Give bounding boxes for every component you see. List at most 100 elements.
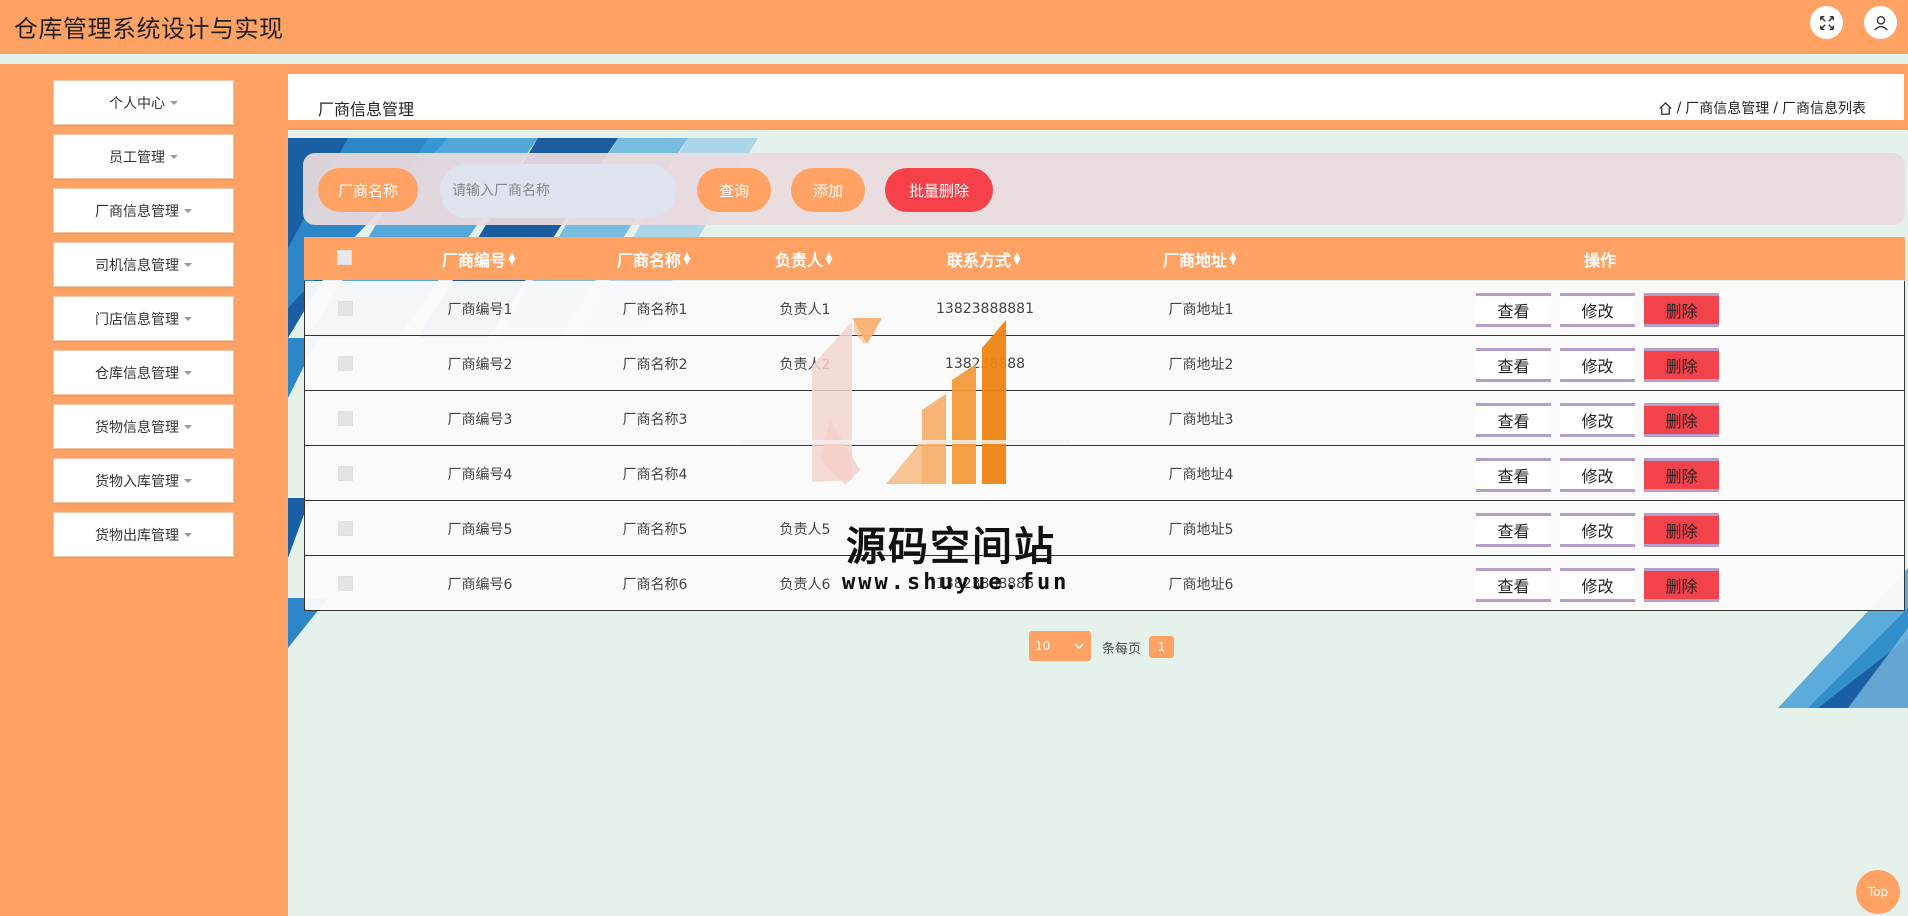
batch-delete-button[interactable]: 批量删除 <box>885 168 993 212</box>
chevron-down-icon <box>170 100 178 105</box>
cell-address: 厂商地址2 <box>1168 356 1234 373</box>
table-row: 厂商编号1 厂商名称1 负责人1 13823888881 厂商地址1 查看 修改 删除 <box>304 281 1905 336</box>
delete-button[interactable]: 删除 <box>1644 293 1719 327</box>
chevron-down-icon <box>184 262 192 267</box>
column-header-phone[interactable]: 联系方式 ▲ ▼ <box>914 237 1054 280</box>
column-header-code[interactable]: 厂商编号 ▲ ▼ <box>414 237 544 280</box>
sidebar-item-label: 货物信息管理 <box>95 419 179 436</box>
edit-button[interactable]: 修改 <box>1560 293 1635 327</box>
home-icon[interactable] <box>1658 101 1673 116</box>
add-button[interactable]: 添加 <box>791 168 865 212</box>
cell-code: 厂商编号5 <box>447 521 513 538</box>
row-checkbox[interactable] <box>338 301 353 316</box>
cell-owner <box>740 391 870 446</box>
sidebar-item-label: 仓库信息管理 <box>95 365 179 382</box>
cell-phone <box>915 391 1055 446</box>
column-header-label: 厂商名称 <box>616 250 681 270</box>
page-number-current[interactable]: 1 <box>1149 636 1174 658</box>
row-checkbox[interactable] <box>338 466 353 481</box>
delete-button[interactable]: 删除 <box>1644 348 1719 382</box>
row-checkbox[interactable] <box>338 576 353 591</box>
sidebar-item-drivers[interactable]: 司机信息管理 <box>53 242 234 287</box>
view-button[interactable]: 查看 <box>1476 293 1551 327</box>
breadcrumb: / 厂商信息管理 / 厂商信息列表 <box>1658 98 1866 118</box>
row-checkbox[interactable] <box>338 521 353 536</box>
app-title: 仓库管理系统设计与实现 <box>14 15 284 43</box>
cell-code: 厂商编号6 <box>447 576 513 593</box>
column-header-name[interactable]: 厂商名称 ▲ ▼ <box>589 237 719 280</box>
delete-button[interactable]: 删除 <box>1644 568 1719 602</box>
column-header-label: 负责人 <box>774 250 823 270</box>
view-button[interactable]: 查看 <box>1476 458 1551 492</box>
sort-icon: ▲ ▼ <box>1013 250 1021 267</box>
breadcrumb-separator: / <box>1773 100 1778 116</box>
table-row: 厂商编号5 厂商名称5 负责人5 厂商地址5 查看 修改 删除 <box>304 501 1905 556</box>
select-all-checkbox[interactable] <box>337 250 352 265</box>
edit-button[interactable]: 修改 <box>1560 513 1635 547</box>
chevron-down-icon <box>184 316 192 321</box>
edit-button[interactable]: 修改 <box>1560 348 1635 382</box>
view-button[interactable]: 查看 <box>1476 403 1551 437</box>
sidebar-item-warehouses[interactable]: 仓库信息管理 <box>53 350 234 395</box>
column-header-address[interactable]: 厂商地址 ▲ ▼ <box>1130 237 1270 280</box>
view-button[interactable]: 查看 <box>1476 568 1551 602</box>
chevron-down-icon <box>184 532 192 537</box>
page-size-label: 条每页 <box>1102 642 1142 657</box>
column-header-owner[interactable]: 负责人 ▲ ▼ <box>739 237 869 280</box>
vendor-name-label: 厂商名称 <box>318 168 418 212</box>
user-button[interactable] <box>1864 6 1897 39</box>
cell-code: 厂商编号4 <box>447 466 513 483</box>
cell-address: 厂商地址6 <box>1168 576 1234 593</box>
cell-owner: 负责人1 <box>779 301 831 318</box>
delete-button[interactable]: 删除 <box>1644 458 1719 492</box>
delete-button[interactable]: 删除 <box>1644 403 1719 437</box>
sidebar-item-goods-inbound[interactable]: 货物入库管理 <box>53 458 234 503</box>
query-button[interactable]: 查询 <box>697 168 771 212</box>
sort-icon: ▲ ▼ <box>825 250 833 267</box>
page-size-value: 10 <box>1035 639 1051 653</box>
vendor-name-search-input[interactable] <box>440 164 676 218</box>
page-title: 厂商信息管理 <box>318 100 415 119</box>
sidebar-item-employees[interactable]: 员工管理 <box>53 134 234 179</box>
cell-address: 厂商地址4 <box>1168 466 1234 483</box>
cell-address: 厂商地址5 <box>1168 521 1234 538</box>
fullscreen-button[interactable] <box>1810 6 1843 39</box>
cell-owner <box>740 446 870 501</box>
breadcrumb-item[interactable]: 厂商信息管理 <box>1685 98 1769 118</box>
view-button[interactable]: 查看 <box>1476 348 1551 382</box>
sidebar-item-label: 员工管理 <box>109 149 165 166</box>
row-checkbox[interactable] <box>338 356 353 371</box>
sidebar-item-personal-center[interactable]: 个人中心 <box>53 80 234 125</box>
watermark-url: www.shuyue.fun <box>842 570 1070 595</box>
cell-phone: 13823888881 <box>936 300 1034 317</box>
breadcrumb-separator: / <box>1676 100 1682 116</box>
sidebar-item-goods[interactable]: 货物信息管理 <box>53 404 234 449</box>
sidebar-item-label: 个人中心 <box>109 95 165 112</box>
sidebar-item-vendors[interactable]: 厂商信息管理 <box>53 188 234 233</box>
chevron-down-icon <box>170 154 178 159</box>
sidebar-item-goods-outbound[interactable]: 货物出库管理 <box>53 512 234 557</box>
sort-icon: ▲ ▼ <box>683 250 691 267</box>
sidebar-item-stores[interactable]: 门店信息管理 <box>53 296 234 341</box>
column-header-label: 联系方式 <box>946 250 1011 270</box>
chevron-down-icon <box>184 478 192 483</box>
sidebar-item-label: 司机信息管理 <box>95 257 179 274</box>
column-header-label: 厂商地址 <box>1162 250 1227 270</box>
breadcrumb-item: 厂商信息列表 <box>1782 101 1866 117</box>
header-divider <box>0 54 1908 64</box>
table-row: 厂商编号4 厂商名称4 厂商地址4 查看 修改 删除 <box>304 446 1905 501</box>
cell-name: 厂商名称1 <box>622 301 688 318</box>
sidebar-item-label: 门店信息管理 <box>95 311 179 328</box>
back-to-top-button[interactable]: Top <box>1856 870 1900 914</box>
edit-button[interactable]: 修改 <box>1560 458 1635 492</box>
view-button[interactable]: 查看 <box>1476 513 1551 547</box>
row-checkbox[interactable] <box>338 411 353 426</box>
cell-code: 厂商编号1 <box>447 301 513 318</box>
delete-button[interactable]: 删除 <box>1644 513 1719 547</box>
cell-code: 厂商编号3 <box>447 411 513 428</box>
edit-button[interactable]: 修改 <box>1560 403 1635 437</box>
edit-button[interactable]: 修改 <box>1560 568 1635 602</box>
cell-name: 厂商名称5 <box>622 521 688 538</box>
top-header: 仓库管理系统设计与实现 <box>0 0 1908 54</box>
page-size-select[interactable]: 10 <box>1029 631 1091 661</box>
